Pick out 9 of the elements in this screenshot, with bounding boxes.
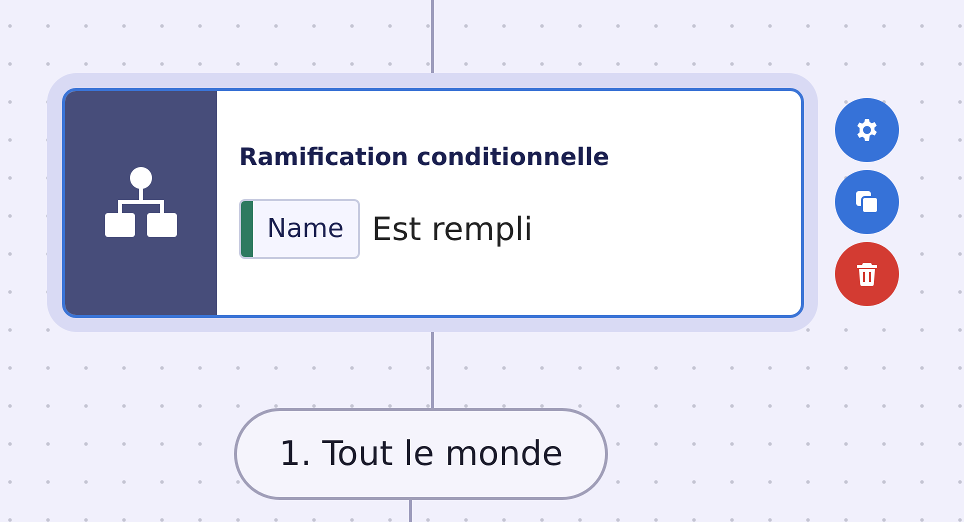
hierarchy-icon	[105, 166, 177, 240]
copy-icon	[854, 189, 880, 215]
node-title: Ramification conditionnelle	[239, 143, 610, 171]
branch-label[interactable]: 1. Tout le monde	[234, 408, 608, 500]
trash-icon	[856, 262, 878, 286]
field-chip: Name	[239, 199, 360, 259]
settings-icon	[855, 118, 879, 142]
condition-operator: Est rempli	[372, 210, 533, 248]
condition-node[interactable]: Ramification conditionnelle Name Est rempli	[62, 88, 804, 318]
